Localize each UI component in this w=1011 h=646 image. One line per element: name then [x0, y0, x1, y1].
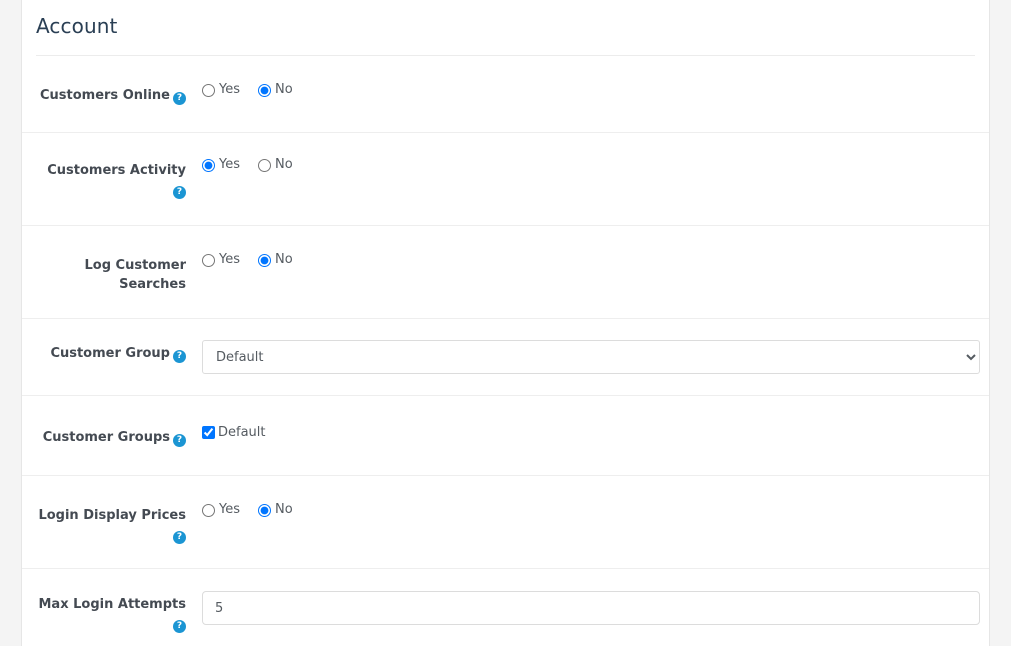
radio-input-no[interactable]: [258, 83, 271, 97]
field-customer-groups: Default: [202, 424, 974, 443]
field-max-login-attempts: [202, 591, 980, 625]
label-text: Customers Online: [39, 88, 170, 103]
radio-input-no[interactable]: [258, 503, 271, 517]
max-login-attempts-input[interactable]: [202, 591, 980, 625]
label-max-login-attempts: Max Login Attempts?: [37, 591, 202, 633]
label-log-customer-searches: Log Customer Searches: [37, 252, 202, 294]
field-customers-activity: Yes No: [202, 157, 974, 173]
help-circle-icon[interactable]: ?: [173, 531, 186, 544]
help-circle-icon[interactable]: ?: [173, 434, 186, 447]
label-login-display-prices: Login Display Prices?: [37, 502, 202, 544]
form-row-customer-groups: Customer Groups? Default: [22, 396, 989, 476]
radio-log-customer-searches-no[interactable]: No: [258, 252, 293, 268]
field-login-display-prices: Yes No: [202, 502, 974, 518]
radio-customers-activity-no[interactable]: No: [258, 157, 293, 173]
radio-label-yes: Yes: [219, 252, 240, 267]
radio-customers-online-no[interactable]: No: [258, 82, 293, 98]
form-row-log-customer-searches: Log Customer Searches Yes No: [22, 226, 989, 319]
form-row-customer-group: Customer Group? Default: [22, 319, 989, 396]
radio-input-yes[interactable]: [202, 503, 215, 517]
customer-group-select[interactable]: Default: [202, 340, 980, 374]
radio-input-yes[interactable]: [202, 83, 215, 97]
label-text: Customer Group: [50, 346, 170, 361]
label-customer-group: Customer Group?: [37, 340, 202, 363]
radio-label-no: No: [275, 502, 293, 517]
field-customers-online: Yes No: [202, 82, 974, 98]
help-circle-icon[interactable]: ?: [173, 92, 186, 105]
radio-input-yes[interactable]: [202, 158, 215, 172]
checkbox-customer-group-default[interactable]: Default: [202, 425, 266, 441]
field-customer-group: Default: [202, 340, 980, 374]
label-text: Log Customer Searches: [84, 258, 187, 292]
label-customers-online: Customers Online?: [37, 82, 202, 105]
radio-group-log-customer-searches: Yes No: [202, 252, 974, 268]
label-text: Login Display Prices: [38, 508, 186, 523]
panel-header: Account: [22, 0, 989, 56]
radio-label-no: No: [275, 82, 293, 97]
radio-label-yes: Yes: [219, 157, 240, 172]
label-customer-groups: Customer Groups?: [37, 424, 202, 447]
field-log-customer-searches: Yes No: [202, 252, 974, 268]
form-row-customers-online: Customers Online? Yes No: [22, 56, 989, 133]
radio-label-yes: Yes: [219, 502, 240, 517]
radio-label-yes: Yes: [219, 82, 240, 97]
help-circle-icon[interactable]: ?: [173, 186, 186, 199]
radio-input-yes[interactable]: [202, 253, 215, 267]
form-row-max-login-attempts: Max Login Attempts?: [22, 569, 989, 646]
radio-group-login-display-prices: Yes No: [202, 502, 974, 518]
radio-login-display-prices-yes[interactable]: Yes: [202, 502, 240, 518]
radio-group-customers-activity: Yes No: [202, 157, 974, 173]
radio-label-no: No: [275, 157, 293, 172]
label-text: Customers Activity: [47, 163, 186, 178]
help-circle-icon[interactable]: ?: [173, 620, 186, 633]
radio-log-customer-searches-yes[interactable]: Yes: [202, 252, 240, 268]
help-circle-icon[interactable]: ?: [173, 350, 186, 363]
form-row-customers-activity: Customers Activity? Yes No: [22, 133, 989, 226]
radio-label-no: No: [275, 252, 293, 267]
form-row-login-display-prices: Login Display Prices? Yes No: [22, 476, 989, 569]
label-text: Max Login Attempts: [38, 597, 187, 612]
radio-group-customers-online: Yes No: [202, 82, 974, 98]
label-customers-activity: Customers Activity?: [37, 157, 202, 199]
checkbox-label-default: Default: [218, 424, 266, 440]
checkbox-input-default[interactable]: [202, 426, 215, 439]
account-settings-panel: Account Customers Online? Yes No Custome…: [21, 0, 990, 646]
page-title: Account: [36, 13, 975, 56]
radio-input-no[interactable]: [258, 158, 271, 172]
radio-login-display-prices-no[interactable]: No: [258, 502, 293, 518]
radio-input-no[interactable]: [258, 253, 271, 267]
label-text: Customer Groups: [42, 430, 170, 445]
settings-page: Account Customers Online? Yes No Custome…: [0, 0, 1011, 646]
radio-customers-online-yes[interactable]: Yes: [202, 82, 240, 98]
radio-customers-activity-yes[interactable]: Yes: [202, 157, 240, 173]
